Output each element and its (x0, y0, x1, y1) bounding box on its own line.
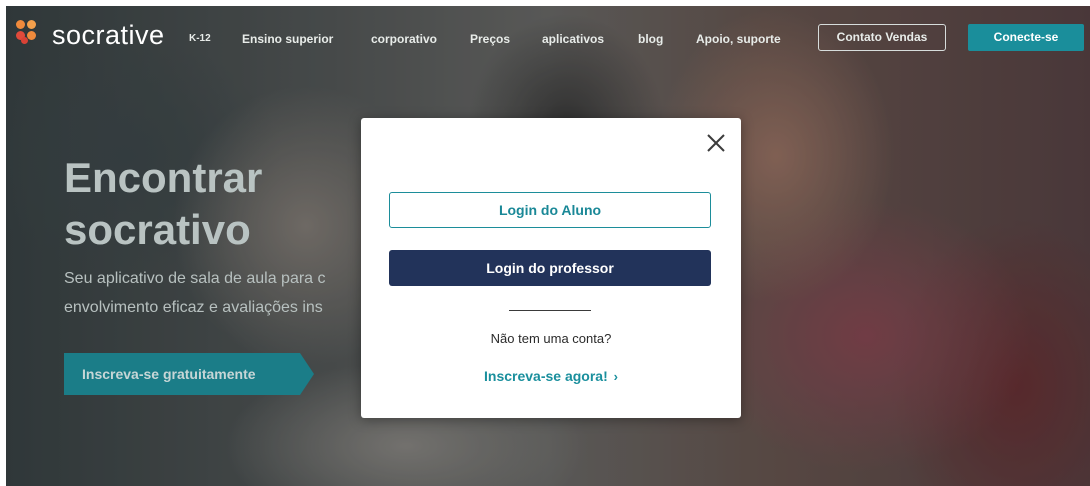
student-login-button[interactable]: Login do Aluno (389, 192, 711, 228)
signup-now-label[interactable]: Inscreva-se agora! (484, 368, 608, 384)
divider (509, 310, 591, 311)
hero-signup-button[interactable]: Inscreva-se gratuitamente (64, 353, 300, 395)
brand-name[interactable]: socrative (52, 20, 165, 51)
nav-link-blog[interactable]: blog (638, 32, 663, 46)
hero-title-line1: Encontrar (64, 154, 263, 201)
nav-link-pricing[interactable]: Preços (470, 32, 510, 46)
close-icon[interactable] (703, 130, 729, 156)
hero-subtitle-line2: envolvimento eficaz e avaliações ins (64, 299, 323, 316)
connect-button[interactable]: Conecte-se (968, 24, 1084, 51)
top-navigation: socrative K-12 Ensino superior corporati… (6, 6, 1090, 62)
nav-link-higher-ed[interactable]: Ensino superior (242, 32, 333, 46)
nav-link-corporate[interactable]: corporativo (371, 32, 437, 46)
hero-subtitle: Seu aplicativo de sala de aula para c en… (64, 264, 326, 322)
hero-title: Encontrar socrativo (64, 152, 262, 256)
nav-link-k12[interactable]: K-12 (189, 33, 211, 44)
nav-link-apps[interactable]: aplicativos (542, 32, 604, 46)
hero-subtitle-line1: Seu aplicativo de sala de aula para c (64, 270, 326, 287)
chevron-right-icon: › (613, 369, 618, 384)
contact-sales-button[interactable]: Contato Vendas (818, 24, 946, 51)
login-modal: Login do Aluno Login do professor Não te… (361, 118, 741, 418)
signup-now-link[interactable]: Inscreva-se agora! › (361, 368, 741, 384)
nav-link-support[interactable]: Apoio, suporte (696, 32, 781, 46)
teacher-login-button[interactable]: Login do professor (389, 250, 711, 286)
no-account-text: Não tem uma conta? (490, 331, 612, 346)
hero-title-line2: socrativo (64, 206, 251, 253)
socrative-logo-icon[interactable] (16, 20, 46, 46)
hero-signup-button-tip (300, 353, 314, 395)
